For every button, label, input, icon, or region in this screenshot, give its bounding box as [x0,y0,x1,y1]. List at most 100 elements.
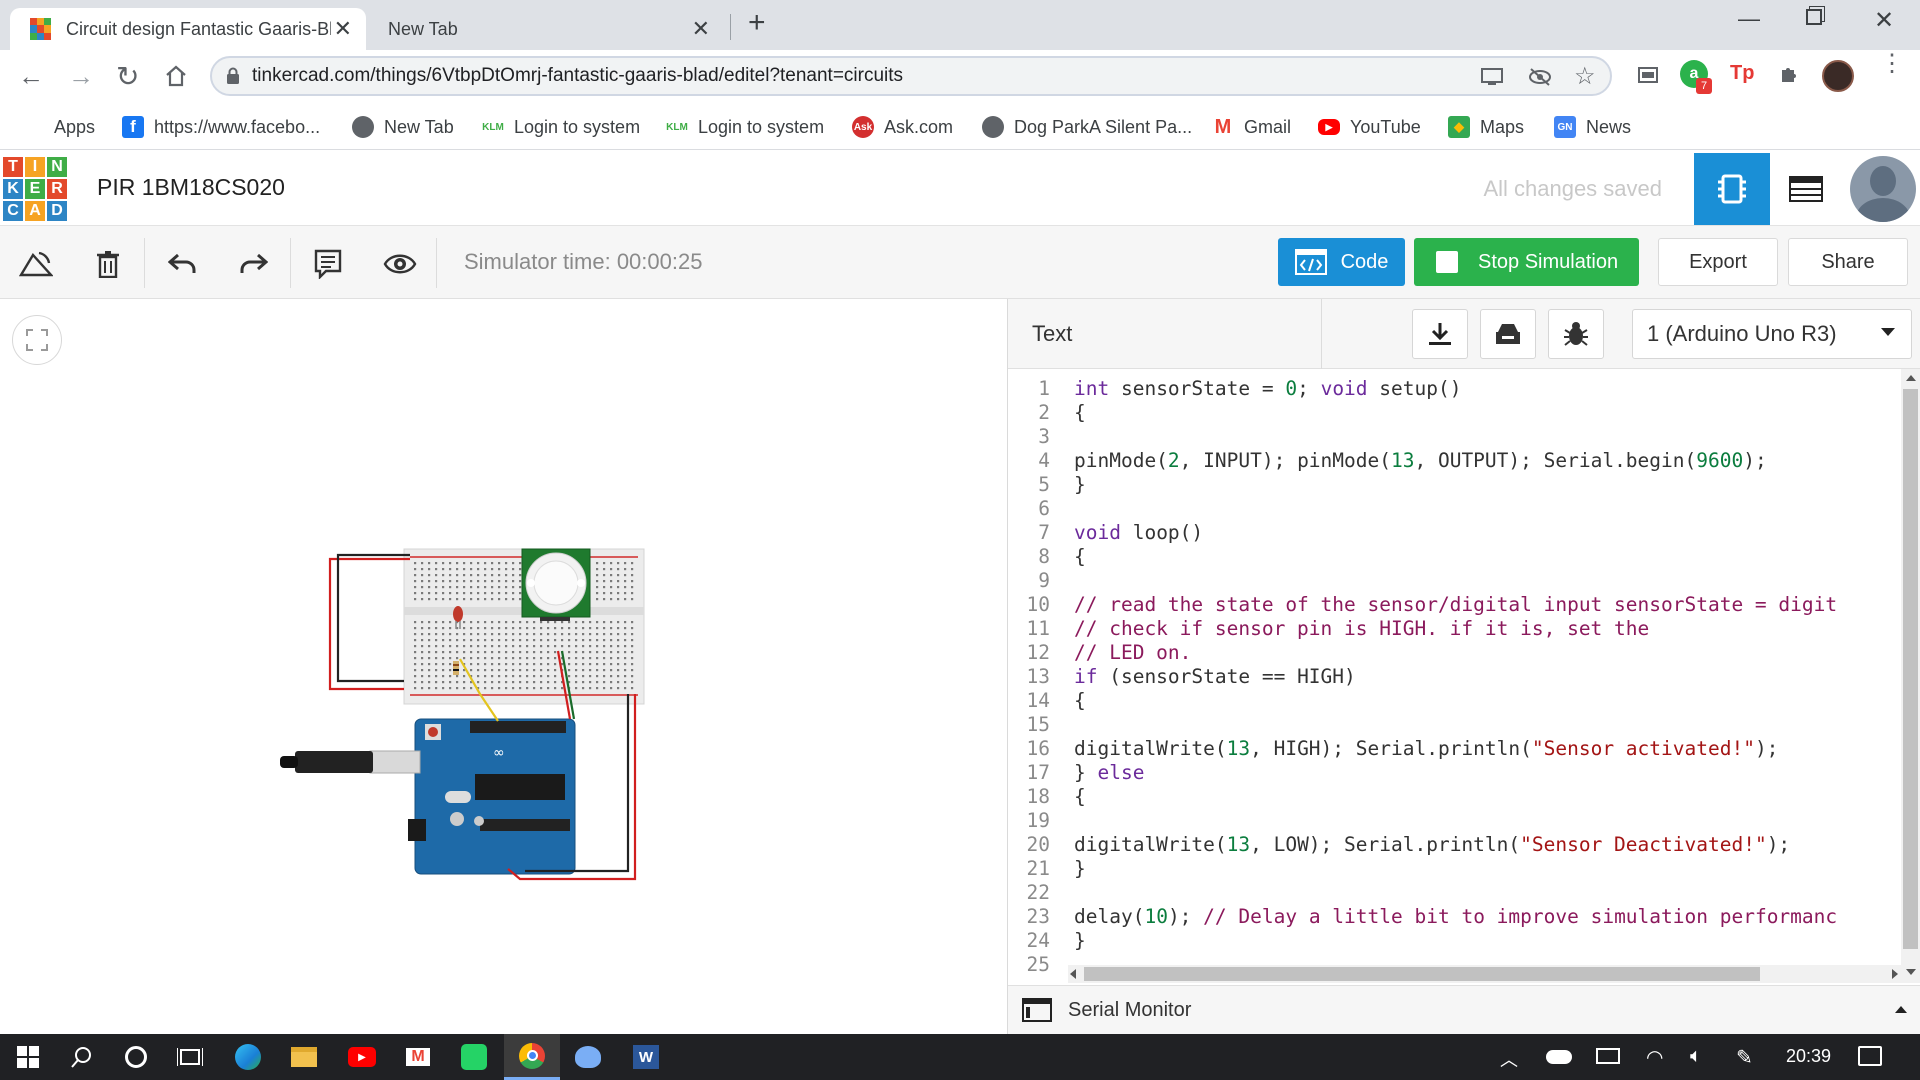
bookmark-facebook[interactable]: f https://www.facebo... [122,114,320,140]
bookmark-ask[interactable]: Ask Ask.com [852,114,953,140]
code-line[interactable]: 21} [1008,857,1902,881]
start-button[interactable] [0,1034,56,1080]
cast-icon[interactable] [1480,67,1504,92]
tp-extension-icon[interactable]: Tp [1730,62,1754,85]
code-line[interactable]: 9 [1008,569,1902,593]
close-tab-icon[interactable]: ✕ [334,16,352,42]
delete-button[interactable] [88,244,128,284]
restore-icon[interactable] [1806,9,1822,25]
notifications-icon[interactable] [1858,1046,1882,1066]
task-view-button[interactable] [162,1034,218,1080]
arduino-uno-board[interactable]: ∞ [408,718,576,875]
stop-simulation-button[interactable]: Stop Simulation [1414,238,1639,286]
redo-button[interactable] [234,244,274,284]
bookmark-maps[interactable]: ◆ Maps [1448,114,1524,140]
vertical-scroll-thumb[interactable] [1903,389,1918,949]
circuit-view-button[interactable] [1694,153,1770,225]
usb-cable[interactable] [280,750,421,774]
code-line[interactable]: 12 // LED on. [1008,641,1902,665]
show-hidden-icons[interactable]: ︿ [1500,1046,1518,1072]
bookmark-apps[interactable]: Apps [22,114,95,140]
onedrive-icon[interactable] [1546,1050,1572,1064]
code-line[interactable]: 1 int sensorState = 0; void setup() [1008,377,1902,401]
new-tab-button[interactable]: + [748,6,766,40]
device-select[interactable]: 1 (Arduino Uno R3) [1632,309,1912,359]
code-line[interactable]: 5} [1008,473,1902,497]
serial-monitor-bar[interactable]: Serial Monitor [1008,985,1920,1034]
code-line[interactable]: 17} else [1008,761,1902,785]
debugger-button[interactable] [1548,309,1604,359]
search-button[interactable] [54,1034,110,1080]
cortana-button[interactable] [108,1034,164,1080]
forward-icon[interactable]: → [68,61,94,92]
code-line[interactable]: 14 { [1008,689,1902,713]
code-line[interactable]: 24} [1008,929,1902,953]
taskbar-whatsapp[interactable] [446,1034,502,1080]
taskbar-file-explorer[interactable] [276,1034,332,1080]
tracking-blocked-icon[interactable] [1528,67,1552,92]
horizontal-scrollbar[interactable] [1068,965,1902,983]
rotate-button[interactable] [16,244,56,284]
bookmark-news[interactable]: GN News [1554,114,1631,140]
code-line[interactable]: 10 // read the state of the sensor/digita… [1008,593,1902,617]
extensions-puzzle-icon[interactable] [1778,62,1802,91]
taskbar-paint[interactable] [560,1034,616,1080]
code-line[interactable]: 4 pinMode(2, INPUT); pinMode(13, OUTPUT);… [1008,449,1902,473]
share-button[interactable]: Share [1788,238,1908,286]
code-mode-label[interactable]: Text [1032,321,1072,347]
undo-button[interactable] [162,244,202,284]
code-line[interactable]: 22 [1008,881,1902,905]
expand-up-icon[interactable] [1895,1006,1907,1013]
export-button[interactable]: Export [1658,238,1778,286]
tab-tinkercad[interactable]: Circuit design Fantastic Gaaris-Bl ✕ [10,8,366,50]
close-tab-icon[interactable]: ✕ [692,16,710,42]
bookmark-youtube[interactable]: ▶ YouTube [1318,114,1421,140]
minimize-icon[interactable]: — [1738,6,1760,32]
circuit-canvas[interactable]: ∞ [0,299,1007,1034]
battery-icon[interactable] [1596,1048,1620,1064]
tab-new-tab[interactable]: New Tab ✕ [374,8,724,50]
tinkercad-logo[interactable]: T I N K E R C A D [2,156,68,222]
project-title[interactable]: PIR 1BM18CS020 [97,174,285,201]
taskbar-word[interactable]: W [618,1034,674,1080]
address-bar[interactable]: tinkercad.com/things/6VtbpDtOmrj-fantast… [210,56,1612,96]
close-window-icon[interactable]: ✕ [1874,6,1894,35]
vertical-scrollbar[interactable] [1901,369,1920,983]
download-code-button[interactable] [1412,309,1468,359]
code-line[interactable]: 23 delay(10); // Delay a little bit to im… [1008,905,1902,929]
component-list-button[interactable] [1768,153,1844,225]
profile-avatar[interactable] [1822,60,1854,92]
clock-time[interactable]: 20:39 [1786,1046,1831,1067]
bookmark-login-2[interactable]: KLM Login to system [666,114,824,140]
code-line[interactable]: 11 // check if sensor pin is HIGH. if it … [1008,617,1902,641]
reload-icon[interactable]: ↻ [116,60,139,93]
fit-view-button[interactable] [12,315,62,365]
media-icon[interactable] [1636,64,1660,91]
code-line[interactable]: 19 [1008,809,1902,833]
code-line[interactable]: 3 [1008,425,1902,449]
pir-sensor[interactable] [521,548,591,621]
chrome-menu-icon[interactable]: ⋮ [1880,52,1904,76]
horizontal-scroll-thumb[interactable] [1084,967,1760,981]
pen-icon[interactable]: ✎ [1736,1045,1753,1070]
taskbar-gmail[interactable]: M [390,1034,446,1080]
home-icon[interactable] [164,64,188,93]
resistor[interactable] [453,661,459,675]
taskbar-edge[interactable] [220,1034,276,1080]
bookmark-new-tab[interactable]: New Tab [352,114,454,140]
code-line[interactable]: 15 [1008,713,1902,737]
code-line[interactable]: 8{ [1008,545,1902,569]
libraries-button[interactable] [1480,309,1536,359]
back-icon[interactable]: ← [18,61,44,92]
wifi-icon[interactable]: ◠ [1646,1045,1663,1070]
code-line[interactable]: 13 if (sensorState == HIGH) [1008,665,1902,689]
code-line[interactable]: 16 digitalWrite(13, HIGH); Serial.println… [1008,737,1902,761]
user-avatar[interactable] [1850,156,1916,222]
volume-icon[interactable]: 🔈︎ [1690,1045,1702,1068]
code-editor[interactable]: 1 int sensorState = 0; void setup() 2{3 4 pi… [1008,369,1902,983]
notes-button[interactable] [308,244,348,284]
code-line[interactable]: 6 [1008,497,1902,521]
code-line[interactable]: 20 digitalWrite(13, LOW); Serial.println(… [1008,833,1902,857]
visibility-button[interactable] [380,244,420,284]
taskbar-youtube[interactable]: ▶ [334,1034,390,1080]
